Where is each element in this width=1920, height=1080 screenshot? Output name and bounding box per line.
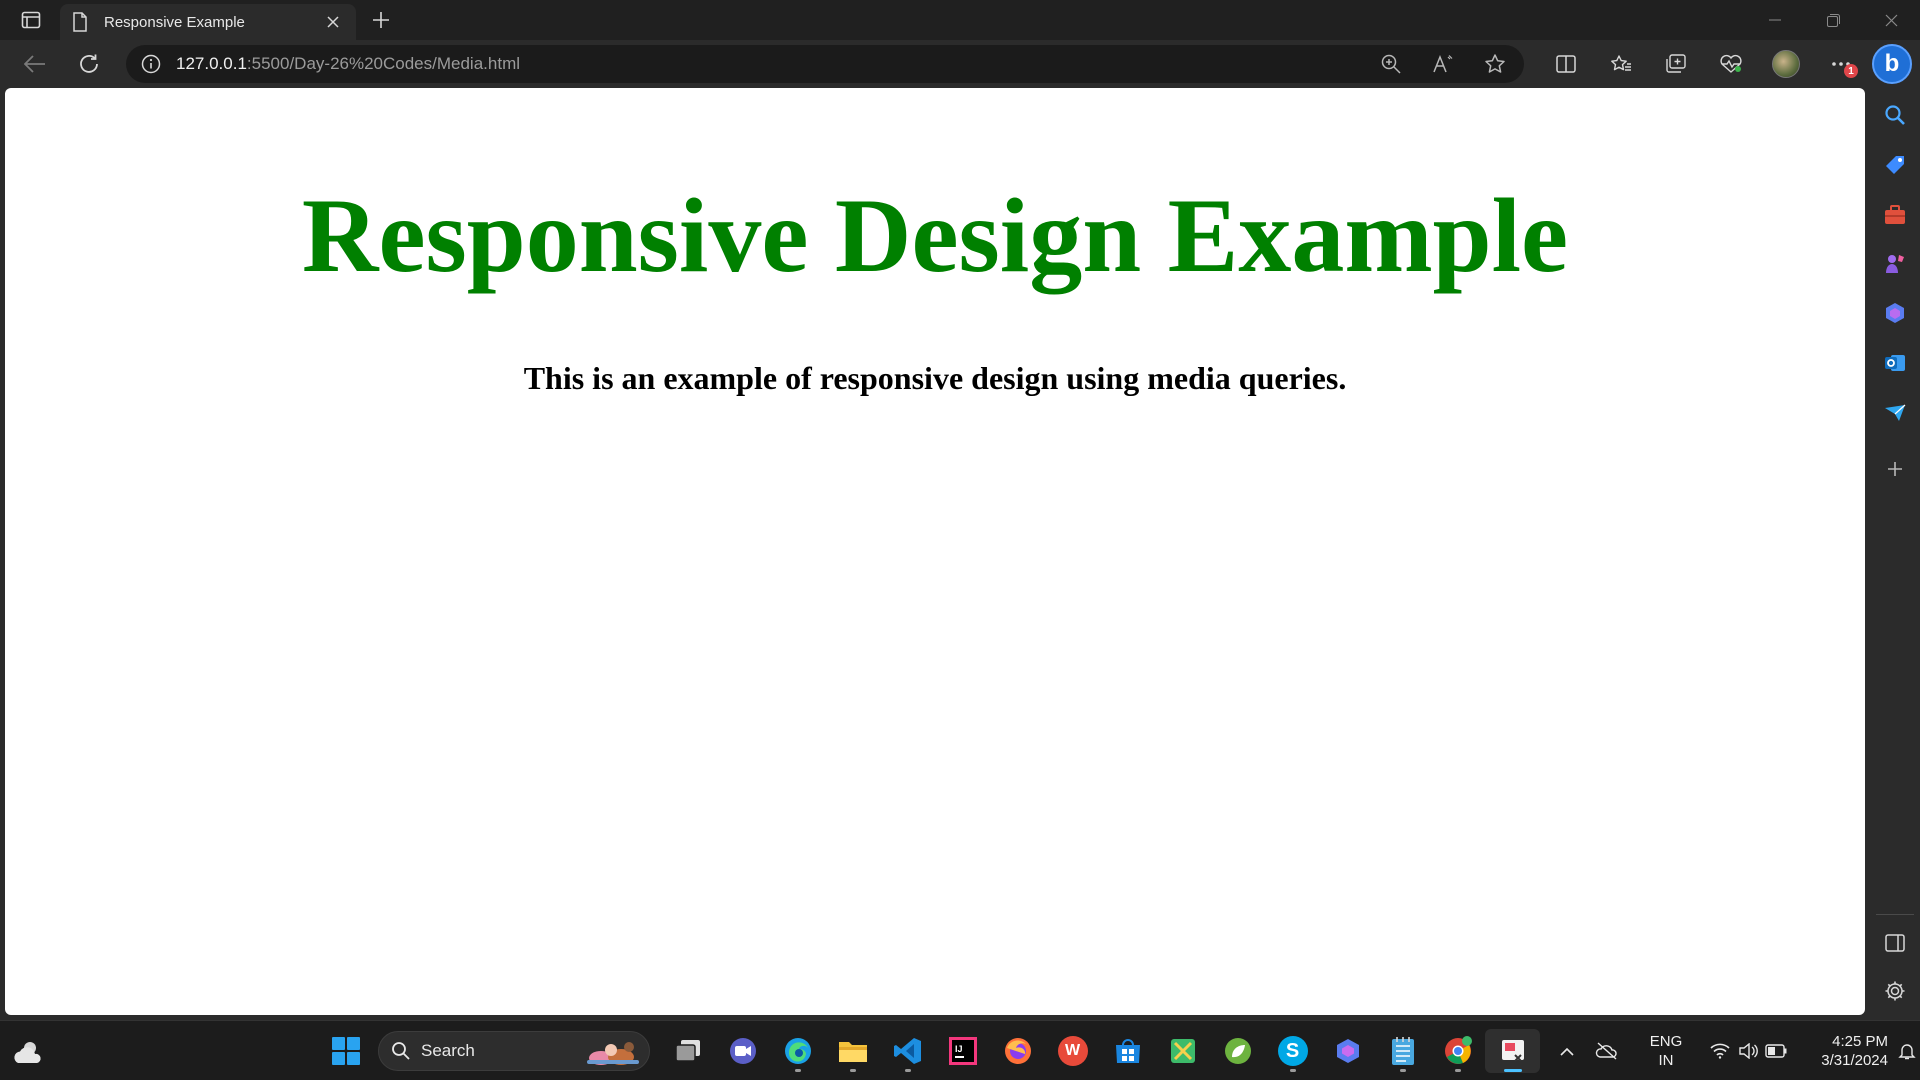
favorites-icon[interactable] — [1593, 48, 1648, 80]
clock-date: 3/31/2024 — [1821, 1052, 1888, 1069]
running-indicator — [849, 1069, 856, 1072]
settings-more-icon[interactable]: 1 — [1813, 48, 1868, 80]
clock-time: 4:25 PM — [1832, 1033, 1888, 1050]
system-tray: ENG IN 4:25 PM 3/31/2024 — [1550, 1031, 1920, 1071]
browser-toolbar: 127.0.0.1:5500/Day-26%20Codes/Media.html — [0, 40, 1920, 88]
running-indicator — [1289, 1069, 1296, 1072]
teams-meet-icon[interactable] — [715, 1029, 770, 1073]
language-region: IN — [1658, 1052, 1674, 1069]
tab-actions-icon[interactable] — [14, 6, 48, 34]
file-explorer-icon[interactable] — [825, 1029, 880, 1073]
edge-app-icon[interactable] — [770, 1029, 825, 1073]
windows-taskbar: Search IJ W S ENG IN 4:25 PM 3/31/2024 — [0, 1020, 1920, 1080]
start-windows-icon[interactable] — [328, 1033, 364, 1069]
firefox-icon[interactable] — [990, 1029, 1045, 1073]
running-indicator — [1454, 1069, 1461, 1072]
spring-tools-icon[interactable] — [1210, 1029, 1265, 1073]
intellij-icon[interactable]: IJ — [935, 1029, 990, 1073]
weather-icon[interactable] — [12, 1037, 44, 1067]
browser-essentials-icon[interactable] — [1703, 48, 1758, 80]
page-viewport: Responsive Design Example This is an exa… — [5, 88, 1865, 1015]
taskbar-apps: IJ W S — [660, 1029, 1540, 1073]
sidebar-outlook-icon[interactable] — [1878, 346, 1912, 380]
read-aloud-icon[interactable] — [1424, 49, 1462, 79]
page-icon — [72, 12, 90, 32]
wps-office-icon[interactable]: W — [1045, 1029, 1100, 1073]
split-screen-icon[interactable] — [1538, 48, 1593, 80]
language-code: ENG — [1649, 1033, 1683, 1050]
close-window-button[interactable] — [1862, 0, 1920, 40]
running-indicator — [1399, 1069, 1406, 1072]
sidebar-add-icon[interactable] — [1878, 452, 1912, 486]
refresh-icon[interactable] — [72, 48, 106, 80]
restore-button[interactable] — [1804, 0, 1862, 40]
search-label: Search — [421, 1041, 475, 1060]
battery-icon[interactable] — [1762, 1034, 1790, 1068]
new-tab-button[interactable] — [366, 6, 396, 34]
sidebar-shopping-icon[interactable] — [1878, 148, 1912, 182]
sidebar-drop-icon[interactable] — [1878, 396, 1912, 430]
skype-icon[interactable]: S — [1265, 1029, 1320, 1073]
address-bar[interactable]: 127.0.0.1:5500/Day-26%20Codes/Media.html — [126, 45, 1524, 83]
page-paragraph: This is an example of responsive design … — [523, 360, 1347, 396]
search-highlight-art-icon — [587, 1042, 639, 1065]
sidebar-games-icon[interactable] — [1878, 246, 1912, 280]
running-indicator — [904, 1069, 911, 1072]
notepad-icon[interactable] — [1375, 1029, 1430, 1073]
url-text[interactable]: 127.0.0.1:5500/Day-26%20Codes/Media.html — [176, 54, 520, 74]
sidebar-copilot-icon[interactable] — [1878, 296, 1912, 330]
favorite-star-icon[interactable] — [1476, 49, 1514, 79]
back-icon[interactable] — [18, 48, 52, 80]
chrome-icon[interactable] — [1430, 1029, 1485, 1073]
minimize-button[interactable] — [1746, 0, 1804, 40]
tab-active[interactable]: Responsive Example — [60, 4, 356, 40]
collections-icon[interactable] — [1648, 48, 1703, 80]
search-icon — [392, 1042, 410, 1060]
chevron-up-icon[interactable] — [1550, 1034, 1584, 1068]
page-heading: Responsive Design Example — [301, 177, 1569, 294]
wifi-icon[interactable] — [1706, 1034, 1734, 1068]
vscode-icon[interactable] — [880, 1029, 935, 1073]
task-view-icon[interactable] — [660, 1029, 715, 1073]
notification-bell-icon[interactable] — [1894, 1034, 1920, 1068]
site-info-icon[interactable] — [140, 53, 162, 75]
taskbar-clock[interactable]: 4:25 PM 3/31/2024 — [1798, 1032, 1888, 1070]
sidebar-search-icon[interactable] — [1878, 98, 1912, 132]
edge-sidebar — [1870, 88, 1920, 1015]
running-indicator — [1503, 1069, 1522, 1072]
tab-title: Responsive Example — [104, 13, 245, 31]
title-bar: Responsive Example — [0, 0, 1920, 40]
notification-badge: 1 — [1844, 64, 1858, 78]
taskbar-search[interactable]: Search — [378, 1031, 650, 1071]
url-path: :5500/Day-26%20Codes/Media.html — [246, 54, 521, 73]
sidebar-tools-icon[interactable] — [1878, 198, 1912, 232]
avatar — [1771, 50, 1800, 78]
microsoft-store-icon[interactable] — [1100, 1029, 1155, 1073]
bing-copilot-icon[interactable]: b — [1872, 44, 1912, 84]
onedrive-offline-icon[interactable] — [1590, 1034, 1624, 1068]
svg-text:IJ: IJ — [955, 1044, 963, 1054]
snip-tool-icon[interactable] — [1155, 1029, 1210, 1073]
running-indicator — [794, 1069, 801, 1072]
window-controls — [1746, 0, 1920, 40]
sidebar-divider — [1876, 914, 1914, 915]
close-tab-icon[interactable] — [322, 11, 344, 33]
sidebar-hide-icon[interactable] — [1878, 926, 1912, 960]
language-indicator[interactable]: ENG IN — [1636, 1032, 1696, 1070]
sidebar-settings-gear-icon[interactable] — [1878, 974, 1912, 1008]
url-host: 127.0.0.1 — [176, 54, 247, 73]
volume-icon[interactable] — [1734, 1034, 1762, 1068]
copilot-app-icon[interactable] — [1320, 1029, 1375, 1073]
profile-avatar[interactable] — [1758, 48, 1813, 80]
snipping-tool-active-icon[interactable] — [1485, 1029, 1540, 1073]
zoom-icon[interactable] — [1372, 49, 1410, 79]
